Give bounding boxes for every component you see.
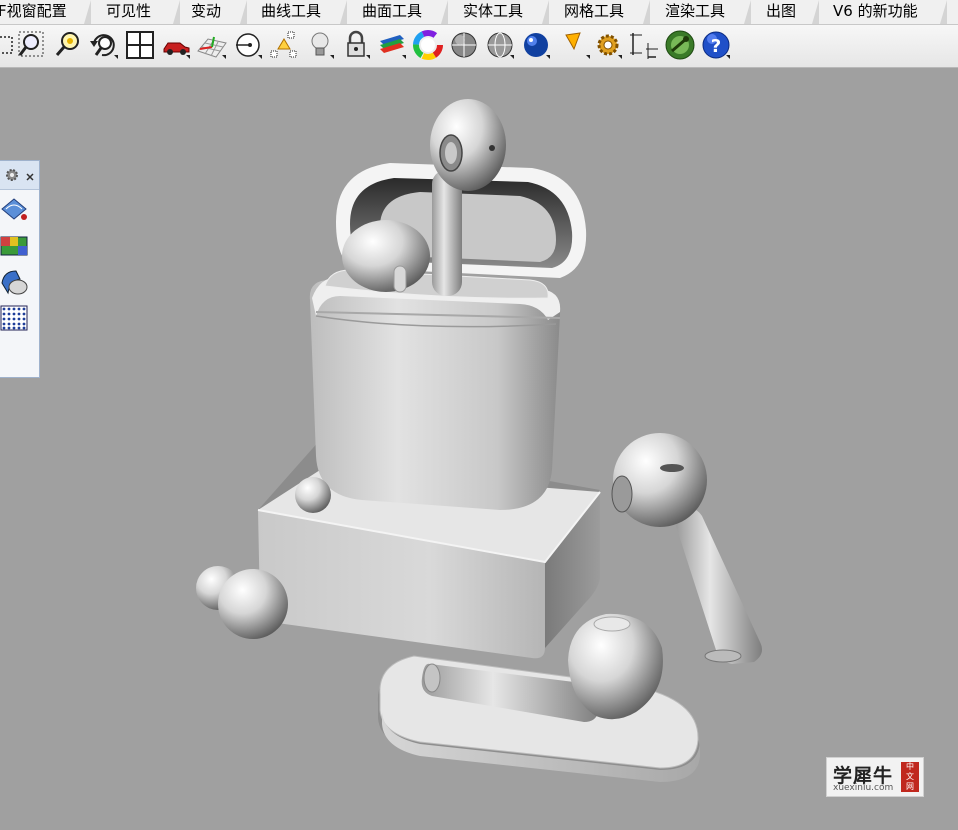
rotate-view-icon[interactable]: [88, 29, 120, 61]
panel-header[interactable]: [0, 161, 39, 190]
lock-icon[interactable]: [340, 29, 372, 61]
settings-gear-icon[interactable]: [592, 29, 624, 61]
layer-book-icon[interactable]: [376, 29, 408, 61]
zoom-selected-icon[interactable]: [52, 29, 84, 61]
dimension-icon[interactable]: [628, 29, 660, 61]
main-toolbar: ?: [0, 25, 958, 68]
wireframe-sphere-icon[interactable]: [484, 29, 516, 61]
four-viewports-icon[interactable]: [124, 29, 156, 61]
color-wheel-icon[interactable]: [412, 29, 444, 61]
ribbon-tab-bar: F视窗配置 可见性 变动 曲线工具 曲面工具 实体工具 网格工具 渲染工具 出图…: [0, 0, 958, 25]
tab-render-tools[interactable]: 渲染工具: [665, 0, 725, 24]
panel-settings-icon[interactable]: [5, 167, 19, 186]
tab-visibility[interactable]: 可见性: [106, 0, 151, 24]
draft-angle-icon[interactable]: [0, 267, 30, 297]
floating-toolbar-panel: [0, 160, 40, 378]
texture-map-icon[interactable]: [0, 231, 30, 261]
watermark-logo: 学犀牛 xuexiniu.com 中 文 网: [826, 757, 924, 797]
car-named-view-icon[interactable]: [160, 29, 192, 61]
tab-surface-tools[interactable]: 曲面工具: [362, 0, 422, 24]
shaded-sphere-icon[interactable]: [448, 29, 480, 61]
watermark-seal-char: 中: [906, 762, 914, 771]
small-sphere-on-base: [295, 477, 331, 513]
tab-mesh-tools[interactable]: 网格工具: [564, 0, 624, 24]
tab-viewport-layout[interactable]: F视窗配置: [0, 0, 67, 24]
airpods-3d-model: [196, 99, 762, 782]
light-bulb-icon[interactable]: [304, 29, 336, 61]
tab-transform[interactable]: 变动: [191, 0, 221, 24]
tab-new-in-v6[interactable]: V6 的新功能: [833, 0, 918, 24]
tab-drafting[interactable]: 出图: [766, 0, 796, 24]
panel-close-icon[interactable]: [25, 167, 35, 186]
watermark-seal-char: 文: [906, 772, 914, 781]
point-grid-icon[interactable]: [0, 303, 30, 333]
svg-text:?: ?: [711, 36, 721, 57]
material-cone-icon[interactable]: [560, 29, 592, 61]
construction-plane-grid-icon[interactable]: [196, 29, 228, 61]
watermark-seal: 中 文 网: [901, 762, 919, 792]
surface-analysis-icon[interactable]: [0, 195, 30, 225]
tab-solid-tools[interactable]: 实体工具: [463, 0, 523, 24]
rendered-blue-sphere-icon[interactable]: [520, 29, 552, 61]
tab-curve-tools[interactable]: 曲线工具: [261, 0, 321, 24]
perspective-viewport[interactable]: [0, 68, 958, 830]
spheres-left: [196, 566, 288, 639]
watermark-seal-char: 网: [906, 782, 914, 791]
earbud-in-case-left: [342, 220, 430, 293]
watermark-url: xuexiniu.com: [833, 783, 894, 793]
object-snap-icon[interactable]: [268, 29, 300, 61]
help-icon[interactable]: ?: [700, 29, 732, 61]
grasshopper-icon[interactable]: [664, 29, 696, 61]
point-snap-icon[interactable]: [232, 29, 264, 61]
zoom-window-icon[interactable]: [16, 29, 48, 61]
